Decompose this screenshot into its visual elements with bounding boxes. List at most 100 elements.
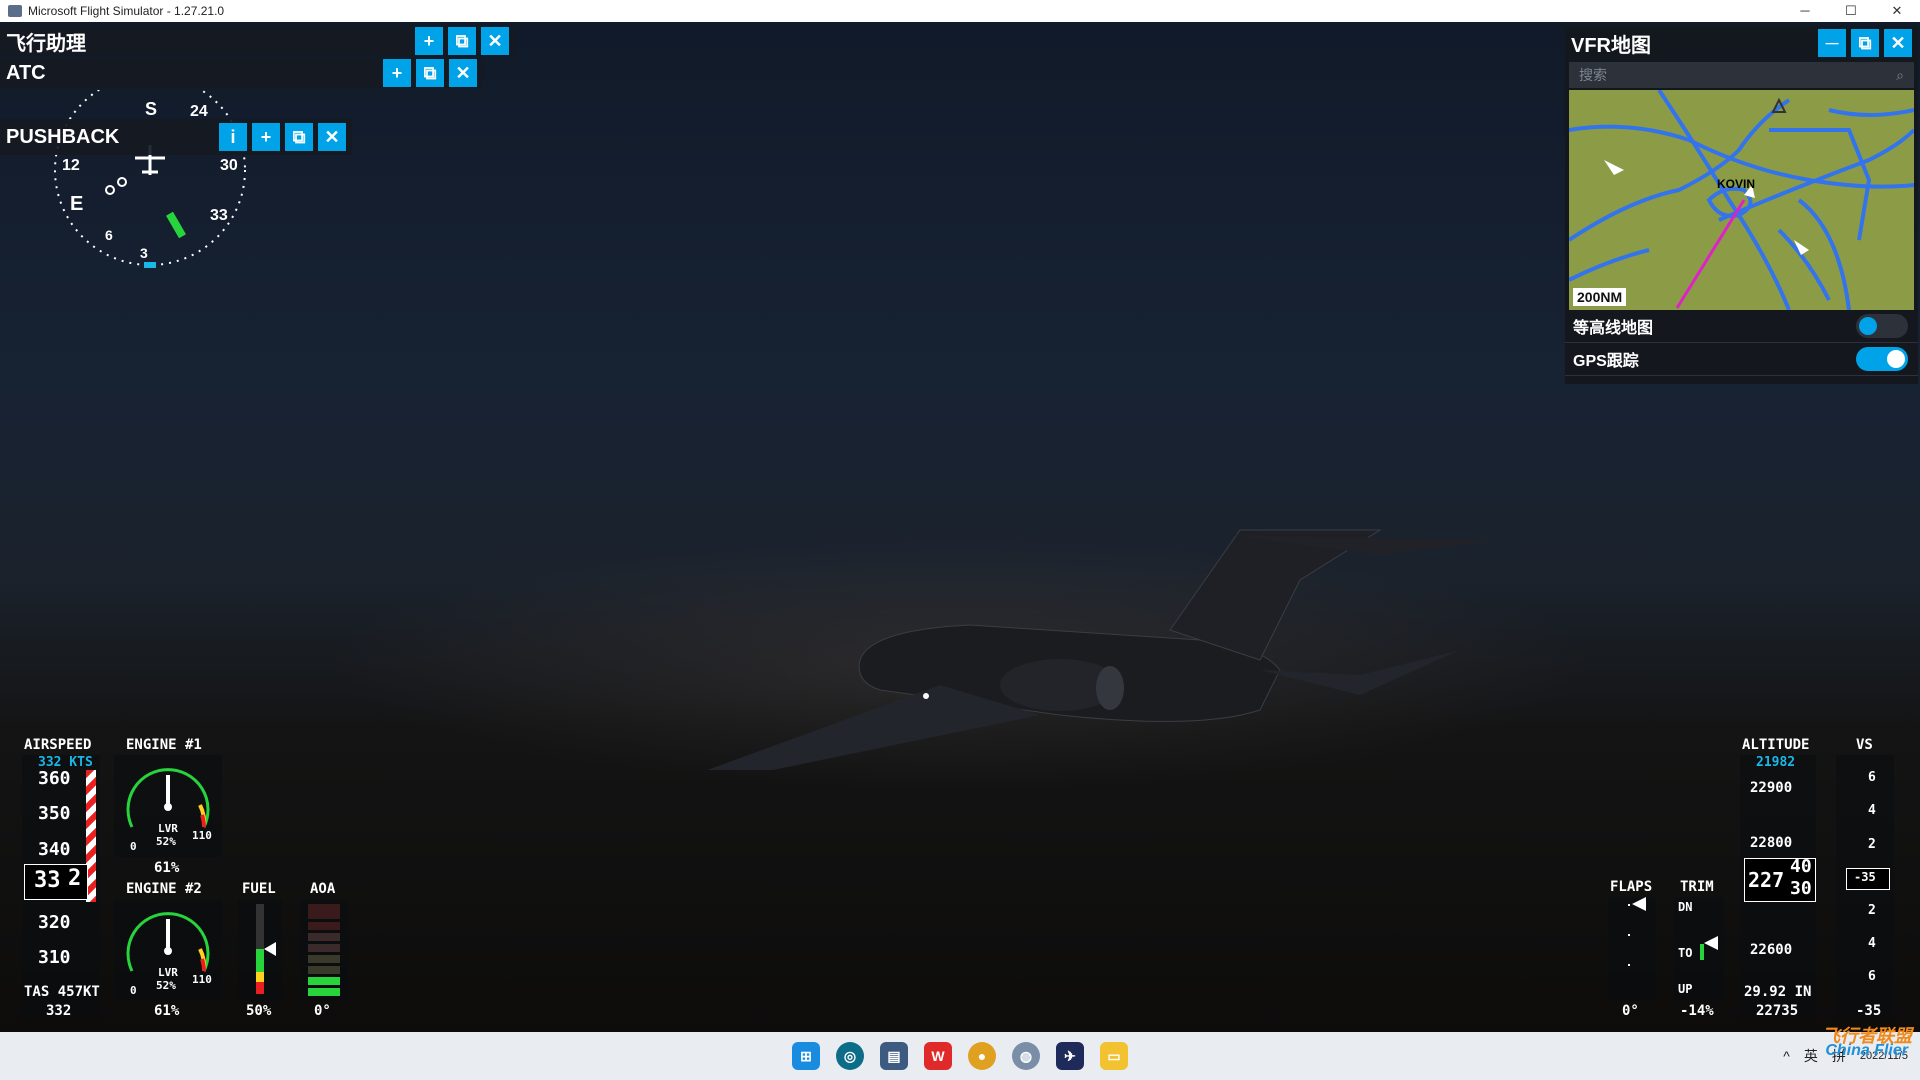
vfr-map-title: VFR地图: [1571, 34, 1651, 57]
atc-title: ATC: [6, 61, 46, 84]
maximize-icon[interactable]: ☐: [1828, 0, 1874, 22]
flight-simulator-icon[interactable]: ✈: [1056, 1042, 1084, 1070]
airspeed-tick: 310: [38, 947, 71, 968]
windows-start-icon[interactable]: ⊞: [792, 1042, 820, 1070]
popout-button[interactable]: ⧉: [448, 27, 476, 55]
add-button[interactable]: +: [252, 123, 280, 151]
airspeed-current-tail: 2: [68, 866, 82, 891]
altitude-current-lower: 30: [1790, 878, 1812, 899]
engine1-min: 0: [130, 840, 137, 853]
wps-office-icon[interactable]: W: [924, 1042, 952, 1070]
chrome-icon[interactable]: ●: [968, 1042, 996, 1070]
popout-button[interactable]: ⧉: [416, 59, 444, 87]
gps-track-label: GPS跟踪: [1573, 353, 1639, 370]
close-button[interactable]: ✕: [1884, 29, 1912, 57]
compass-label: 12: [62, 157, 80, 174]
window-controls: ─ ☐ ✕: [1782, 0, 1920, 22]
gps-track-row: GPS跟踪: [1565, 343, 1918, 376]
map-search-input[interactable]: 搜索 ⌕: [1569, 62, 1914, 88]
vs-tick: 4: [1868, 936, 1876, 951]
add-button[interactable]: +: [383, 59, 411, 87]
vs-tick: 2: [1868, 903, 1876, 918]
file-explorer-icon[interactable]: ▭: [1100, 1042, 1128, 1070]
add-button[interactable]: +: [415, 27, 443, 55]
trim-to-label: TO: [1678, 946, 1693, 960]
altitude-tick: 22600: [1750, 942, 1793, 958]
close-button[interactable]: ✕: [481, 27, 509, 55]
engine1-max: 110: [192, 829, 212, 842]
input-language[interactable]: 英: [1804, 1046, 1818, 1066]
flaps-value: 0°: [1622, 1003, 1639, 1019]
airport-label: KOVIN: [1717, 177, 1755, 191]
gps-track-toggle[interactable]: [1856, 347, 1908, 371]
info-button[interactable]: i: [219, 123, 247, 151]
atc-panel: ATC + ⧉ ✕: [0, 58, 483, 88]
image-viewer-icon[interactable]: ▤: [880, 1042, 908, 1070]
contour-map-row: 等高线地图: [1565, 310, 1918, 343]
engine2-max: 110: [192, 973, 212, 986]
fuel-bar-fill: [256, 949, 264, 994]
vfr-map[interactable]: KOVIN 200NM: [1569, 90, 1914, 310]
compass-label: S: [145, 99, 157, 119]
vs-tick: 2: [1868, 837, 1876, 852]
trim-up-label: UP: [1678, 982, 1693, 996]
compass-label: 3: [140, 245, 148, 261]
airspeed-current: 33: [34, 868, 61, 893]
search-icon[interactable]: ⌕: [1896, 67, 1904, 84]
vs-tick: 6: [1868, 770, 1876, 785]
engine1-lvr-pct: 52%: [156, 835, 176, 848]
pushback-title: PUSHBACK: [6, 125, 120, 148]
vs-value: -35: [1856, 1003, 1882, 1019]
aircraft: [707, 529, 1500, 770]
route-line: [1675, 199, 1746, 309]
compass-label: E: [70, 193, 83, 215]
close-button[interactable]: ✕: [318, 123, 346, 151]
aoa-value: 0°: [314, 1003, 331, 1019]
airspeed-tick: 360: [38, 768, 71, 789]
map-search-placeholder: 搜索: [1579, 67, 1607, 83]
altitude-target: 21982: [1756, 755, 1796, 770]
popout-button[interactable]: ⧉: [1851, 29, 1879, 57]
engine2-min: 0: [130, 984, 137, 997]
altitude-current: 227: [1748, 868, 1785, 892]
close-button[interactable]: ✕: [449, 59, 477, 87]
contour-map-toggle[interactable]: [1856, 314, 1908, 338]
contour-map-label: 等高线地图: [1573, 320, 1654, 337]
tray-chevron-icon[interactable]: ^: [1783, 1048, 1790, 1064]
altitude-current-upper: 40: [1790, 856, 1812, 877]
flight-assist-panel: 飞行助理 + ⧉ ✕: [0, 26, 515, 56]
flaps-gauge-box: [1608, 897, 1656, 1001]
altitude-value: 22735: [1756, 1003, 1799, 1019]
flaps-pointer-icon: [1632, 897, 1646, 911]
compass-label: 30: [220, 157, 238, 174]
globe-app-icon[interactable]: ◍: [1012, 1042, 1040, 1070]
engine2-lvr-pct: 52%: [156, 979, 176, 992]
course-needle-icon: [166, 211, 186, 239]
engine1-label: ENGINE #1: [126, 737, 202, 753]
minimize-icon[interactable]: ─: [1782, 0, 1828, 22]
minimize-button[interactable]: ─: [1818, 29, 1846, 57]
map-scale: 200NM: [1573, 288, 1627, 306]
vs-tick: 4: [1868, 803, 1876, 818]
close-icon[interactable]: ✕: [1874, 0, 1920, 22]
aoa-label: AOA: [310, 881, 336, 897]
true-airspeed: TAS 457KT: [24, 984, 100, 1000]
compass-heading-indicator: S 24 12 E 30 33 6 3: [54, 90, 246, 268]
window-title: Microsoft Flight Simulator - 1.27.21.0: [28, 4, 225, 18]
edge-browser-icon[interactable]: ◎: [836, 1042, 864, 1070]
airspeed-tick: 320: [38, 912, 71, 933]
popout-button[interactable]: ⧉: [285, 123, 313, 151]
map-airspace-lines: KOVIN: [1569, 90, 1914, 310]
engine2-label: ENGINE #2: [126, 881, 202, 897]
altitude-tick: 22900: [1750, 780, 1793, 796]
airspeed-tick: 340: [38, 839, 71, 860]
trim-dn-label: DN: [1678, 900, 1693, 914]
fuel-pointer-icon: [264, 942, 276, 956]
vs-current: -35: [1854, 870, 1876, 884]
engine1-lvr: LVR: [158, 822, 178, 835]
engine2-lvr: LVR: [158, 966, 178, 979]
fuel-value: 50%: [246, 1003, 272, 1019]
flight-assist-title: 飞行助理: [6, 32, 86, 55]
compass-label: 24: [190, 103, 208, 120]
vs-tick: 6: [1868, 969, 1876, 984]
